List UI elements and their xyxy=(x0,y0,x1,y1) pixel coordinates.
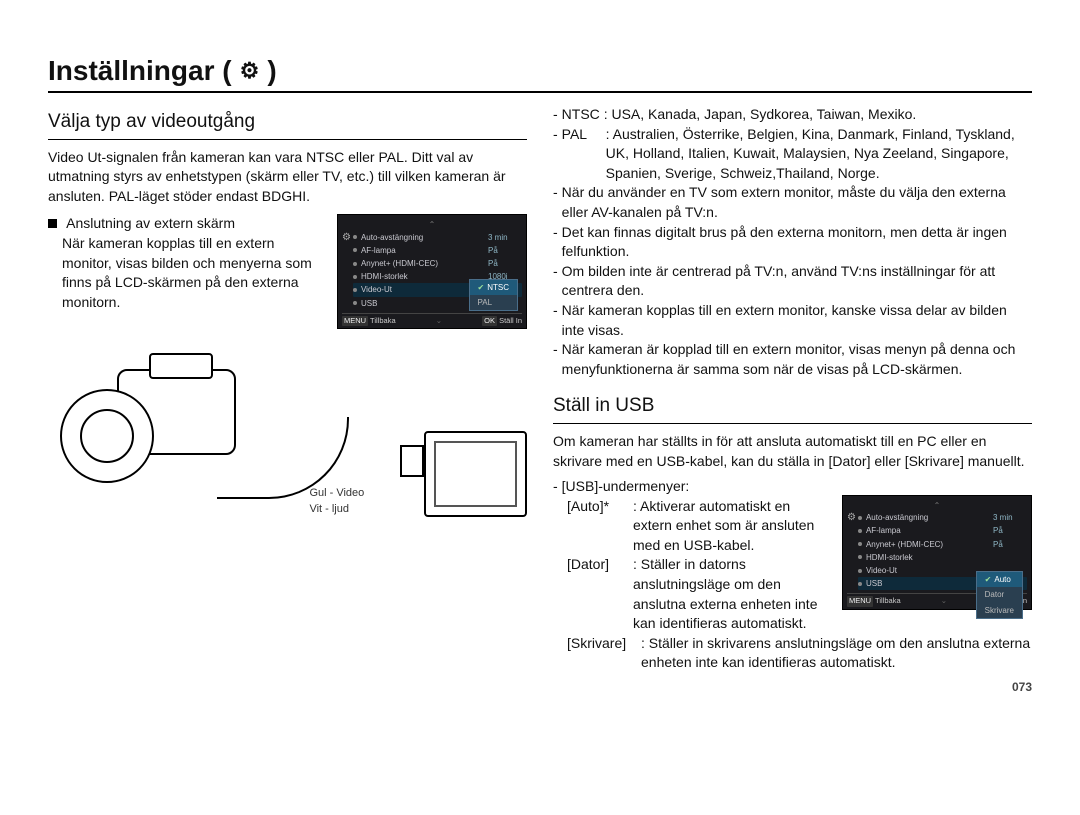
menu-popup-item[interactable]: Dator xyxy=(977,587,1022,602)
gear-icon: ⚙ xyxy=(240,58,260,84)
usb-intro: Om kameran har ställts in för att anslut… xyxy=(553,432,1032,471)
camera-drawing xyxy=(52,347,249,517)
ntsc-row: - NTSC : USA, Kanada, Japan, Sydkorea, T… xyxy=(553,105,1032,125)
gear-icon-column: ⚙ xyxy=(847,511,856,590)
menu-popup-item[interactable]: Auto xyxy=(977,572,1022,587)
menu-back-label: Tillbaka xyxy=(875,596,901,605)
square-bullet-icon xyxy=(48,219,57,228)
usb-def-body: : Ställer in skrivarens anslutningsläge … xyxy=(641,634,1032,673)
usb-def-key: [Skrivare] xyxy=(567,634,637,673)
note-item: -När kameran kopplas till en extern moni… xyxy=(553,301,1032,340)
menu-popup: AutoDatorSkrivare xyxy=(976,571,1023,619)
menu-item[interactable]: Anynet+ (HDMI-CEC)På xyxy=(858,538,1027,551)
note-item: -När kameran är kopplad till en extern m… xyxy=(553,340,1032,379)
menu-item[interactable]: AF-lampaPå xyxy=(353,244,522,257)
menu-ok-key: OK xyxy=(482,316,497,327)
subheading-video-out: Välja typ av videoutgång xyxy=(48,109,527,140)
usb-def-body: : Ställer in datorns anslutningsläge om … xyxy=(633,555,828,633)
cable-labels: Gul - Video Vit - ljud xyxy=(309,486,364,517)
usb-definition-last: [Skrivare]: Ställer in skrivarens anslut… xyxy=(553,634,1032,673)
usb-def-row: [Dator]: Ställer in datorns anslutningsl… xyxy=(567,555,828,633)
page-number: 073 xyxy=(553,679,1032,696)
note-item: -När du använder en TV som extern monito… xyxy=(553,183,1032,222)
menu-item[interactable]: Auto-avstängning3 min xyxy=(858,511,1027,524)
pal-row: - PAL : Australien, Österrike, Belgien, … xyxy=(553,125,1032,184)
note-item: -Om bilden inte är centrerad på TV:n, an… xyxy=(553,262,1032,301)
menu-popup-item[interactable]: Skrivare xyxy=(977,603,1022,618)
usb-submenus-label: - [USB]-undermenyer: xyxy=(553,477,828,497)
menu-popup-item[interactable]: NTSC xyxy=(470,280,517,295)
usb-sub-label-text: [USB]-undermenyer: xyxy=(562,477,690,497)
usb-def-row: [Skrivare]: Ställer in skrivarens anslut… xyxy=(567,634,1032,673)
right-column: - NTSC : USA, Kanada, Japan, Sydkorea, T… xyxy=(553,105,1032,696)
menu-items-a: Auto-avstängning3 minAF-lampaPåAnynet+ (… xyxy=(353,231,522,310)
menu-popup-item[interactable]: PAL xyxy=(470,295,517,310)
menu-item[interactable]: AF-lampaPå xyxy=(858,524,1027,537)
usb-def-key: [Auto]* xyxy=(567,497,629,556)
menu-back-key: MENU xyxy=(847,596,873,607)
video-out-intro: Video Ut-signalen från kameran kan vara … xyxy=(48,148,527,207)
camera-menu-video-out: ⌃ ⚙ Auto-avstängning3 minAF-lampaPåAnyne… xyxy=(337,214,527,329)
ext-screen-body: När kameran kopplas till en extern monit… xyxy=(48,234,325,312)
right-notes: -När du använder en TV som extern monito… xyxy=(553,183,1032,379)
usb-def-body: : Aktiverar automatiskt en extern enhet … xyxy=(633,497,828,556)
usb-definitions: [Auto]*: Aktiverar automatiskt en extern… xyxy=(553,497,828,634)
camera-tv-illustration: Gul - Video Vit - ljud xyxy=(52,347,527,517)
label-video: Gul - Video xyxy=(309,486,364,501)
ntsc-text: : USA, Kanada, Japan, Sydkorea, Taiwan, … xyxy=(604,106,917,122)
menu-back-key: MENU xyxy=(342,316,368,327)
camera-menu-usb: ⌃ ⚙ Auto-avstängning3 minAF-lampaPåAnyne… xyxy=(842,495,1032,610)
menu-item[interactable]: HDMI-storlek xyxy=(858,551,1027,564)
menu-back-label: Tillbaka xyxy=(370,316,396,325)
usb-def-key: [Dator] xyxy=(567,555,629,633)
ext-screen-title: Anslutning av extern skärm xyxy=(48,214,325,234)
menu-ok-label: Ställ In xyxy=(499,316,522,325)
menu-item[interactable]: Anynet+ (HDMI-CEC)På xyxy=(353,257,522,270)
title-suffix: ) xyxy=(267,55,276,87)
page-title: Inställningar ( ⚙ ) xyxy=(48,55,1032,93)
subheading-usb: Ställ in USB xyxy=(553,393,1032,424)
usb-def-row: [Auto]*: Aktiverar automatiskt en extern… xyxy=(567,497,828,556)
menu-item[interactable]: Auto-avstängning3 min xyxy=(353,231,522,244)
title-text: Inställningar ( xyxy=(48,55,232,87)
label-audio: Vit - ljud xyxy=(309,502,364,517)
ext-title-text: Anslutning av extern skärm xyxy=(66,215,235,231)
menu-items-b: Auto-avstängning3 minAF-lampaPåAnynet+ (… xyxy=(858,511,1027,590)
external-screen-row: Anslutning av extern skärm När kameran k… xyxy=(48,214,527,329)
ntsc-label: NTSC xyxy=(562,106,600,122)
pal-text: : Australien, Österrike, Belgien, Kina, … xyxy=(606,125,1032,184)
gear-icon-column: ⚙ xyxy=(342,231,351,310)
tv-drawing xyxy=(424,431,527,517)
note-item: -Det kan finnas digitalt brus på den ext… xyxy=(553,223,1032,262)
pal-label: PAL xyxy=(562,125,606,184)
left-column: Välja typ av videoutgång Video Ut-signal… xyxy=(48,105,527,696)
menu-popup: NTSCPAL xyxy=(469,279,518,311)
page-root: Inställningar ( ⚙ ) Välja typ av videout… xyxy=(0,0,1080,716)
